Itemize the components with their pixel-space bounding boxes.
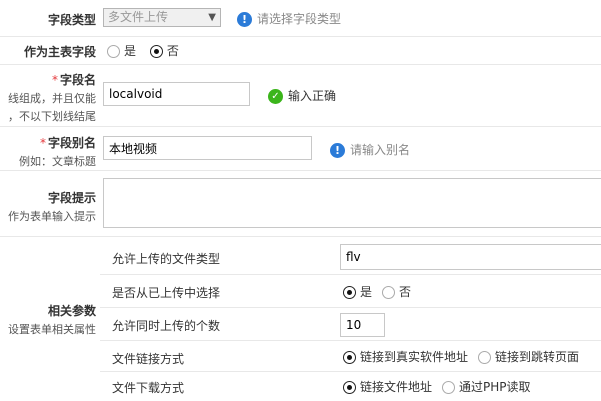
param-key-file-types: 允许上传的文件类型 bbox=[112, 252, 221, 266]
related-params-desc: 设置表单相关属性 bbox=[8, 323, 96, 336]
main-table-field-options: 是 否 bbox=[107, 42, 189, 59]
info-icon: ! bbox=[330, 143, 345, 158]
select-uploaded-yes-option[interactable]: 是 bbox=[343, 283, 372, 300]
field-name-hint-text: 输入正确 bbox=[288, 89, 337, 103]
file-types-input[interactable] bbox=[340, 243, 601, 270]
download-mode-php-option[interactable]: 通过PHP读取 bbox=[442, 378, 531, 395]
select-uploaded-no-label: 否 bbox=[399, 285, 412, 299]
param-value-file-types bbox=[340, 240, 601, 273]
field-type-row: 字段类型 多文件上传 ▼ ! 请选择字段类型 bbox=[0, 0, 601, 37]
field-type-hint: ! 请选择字段类型 bbox=[237, 10, 341, 27]
download-mode-link-label: 链接文件地址 bbox=[360, 380, 433, 394]
param-row-upload-count: 允许同时上传的个数 bbox=[100, 307, 601, 341]
related-params-label: 相关参数 bbox=[47, 304, 96, 318]
field-alias-row: *字段别名 例如：文章标题 ! 请输入别名 bbox=[0, 126, 601, 171]
main-table-yes-option[interactable]: 是 bbox=[107, 42, 136, 59]
link-mode-real-option[interactable]: 链接到真实软件地址 bbox=[343, 348, 468, 365]
param-key-upload-count: 允许同时上传的个数 bbox=[112, 319, 221, 333]
main-table-no-option[interactable]: 否 bbox=[149, 42, 179, 59]
link-mode-redirect-option[interactable]: 链接到跳转页面 bbox=[478, 348, 579, 365]
radio-select-uploaded-yes[interactable] bbox=[343, 286, 356, 299]
param-value-upload-count bbox=[340, 308, 385, 341]
field-tip-textarea[interactable] bbox=[103, 178, 601, 228]
param-value-select-uploaded: 是 否 bbox=[343, 275, 421, 308]
radio-yes[interactable] bbox=[107, 45, 120, 58]
radio-download-php[interactable] bbox=[442, 381, 456, 394]
param-value-link-mode: 链接到真实软件地址 链接到跳转页面 bbox=[343, 341, 579, 372]
radio-no-label: 否 bbox=[166, 44, 179, 58]
radio-link-real[interactable] bbox=[343, 351, 356, 364]
param-key-link-mode: 文件链接方式 bbox=[112, 352, 185, 366]
field-name-hint: ✓ 输入正确 bbox=[268, 87, 336, 104]
param-row-select-uploaded: 是否从已上传中选择 是 否 bbox=[100, 274, 601, 308]
field-alias-hint: ! 请输入别名 bbox=[330, 141, 410, 158]
param-row-link-mode: 文件链接方式 链接到真实软件地址 链接到跳转页面 bbox=[100, 340, 601, 372]
related-params-row: 相关参数 设置表单相关属性 允许上传的文件类型 是否从已上传中选择 是 否 允许… bbox=[0, 236, 601, 400]
param-row-file-types: 允许上传的文件类型 bbox=[100, 240, 601, 273]
chevron-down-icon: ▼ bbox=[208, 12, 216, 23]
radio-select-uploaded-no[interactable] bbox=[382, 286, 396, 299]
download-mode-php-label: 通过PHP读取 bbox=[459, 380, 531, 394]
field-alias-input[interactable] bbox=[103, 136, 312, 160]
select-uploaded-yes-label: 是 bbox=[360, 285, 373, 299]
main-table-field-row: 作为主表字段 是 否 bbox=[0, 36, 601, 65]
field-alias-label: 字段别名 bbox=[47, 136, 96, 150]
radio-download-link[interactable] bbox=[343, 381, 356, 394]
field-type-label: 字段类型 bbox=[47, 13, 96, 27]
field-alias-label-col: * 字段别名 例如：文章标题 bbox=[0, 134, 96, 169]
link-mode-redirect-label: 链接到跳转页面 bbox=[495, 350, 580, 364]
field-name-desc-1: 线组成，并且仅能 bbox=[8, 92, 96, 105]
field-alias-desc: 例如：文章标题 bbox=[19, 155, 96, 168]
field-name-row: *字段名 线组成，并且仅能 ，不以下划线结尾 ✓ 输入正确 bbox=[0, 64, 601, 127]
field-name-input[interactable] bbox=[103, 82, 250, 106]
param-row-download-mode: 文件下载方式 链接文件地址 通过PHP读取 bbox=[100, 371, 601, 401]
radio-yes-label: 是 bbox=[124, 44, 137, 58]
field-name-desc-2: ，不以下划线结尾 bbox=[8, 110, 96, 123]
field-type-label-col: 字段类型 bbox=[0, 11, 96, 28]
required-mark: * bbox=[39, 136, 46, 150]
field-name-label: 字段名 bbox=[59, 73, 96, 87]
radio-no[interactable] bbox=[149, 45, 163, 58]
related-params-label-col: 相关参数 设置表单相关属性 bbox=[0, 302, 96, 337]
field-tip-label: 字段提示 bbox=[47, 191, 96, 205]
field-type-hint-text: 请选择字段类型 bbox=[257, 12, 342, 26]
field-alias-hint-text: 请输入别名 bbox=[350, 143, 411, 157]
main-table-field-label-col: 作为主表字段 bbox=[0, 43, 96, 60]
field-type-select[interactable]: 多文件上传 ▼ bbox=[103, 8, 221, 27]
field-tip-row: 字段提示 作为表单输入提示 bbox=[0, 170, 601, 237]
field-tip-desc: 作为表单输入提示 bbox=[8, 210, 96, 223]
main-table-field-label: 作为主表字段 bbox=[23, 45, 96, 59]
radio-link-redirect[interactable] bbox=[478, 351, 492, 364]
upload-count-input[interactable] bbox=[340, 312, 385, 337]
link-mode-real-label: 链接到真实软件地址 bbox=[360, 350, 469, 364]
info-icon: ! bbox=[237, 12, 252, 27]
download-mode-link-option[interactable]: 链接文件地址 bbox=[343, 378, 432, 395]
param-key-select-uploaded: 是否从已上传中选择 bbox=[112, 286, 221, 300]
select-uploaded-no-option[interactable]: 否 bbox=[382, 283, 411, 300]
check-icon: ✓ bbox=[268, 89, 283, 104]
param-value-download-mode: 链接文件地址 通过PHP读取 bbox=[343, 372, 541, 401]
field-tip-label-col: 字段提示 作为表单输入提示 bbox=[0, 189, 96, 224]
required-mark: * bbox=[51, 73, 58, 87]
field-name-label-col: * 字段名 线组成，并且仅能 ，不以下划线结尾 bbox=[0, 71, 96, 124]
field-type-select-value: 多文件上传 bbox=[108, 10, 169, 24]
param-key-download-mode: 文件下载方式 bbox=[112, 381, 185, 395]
